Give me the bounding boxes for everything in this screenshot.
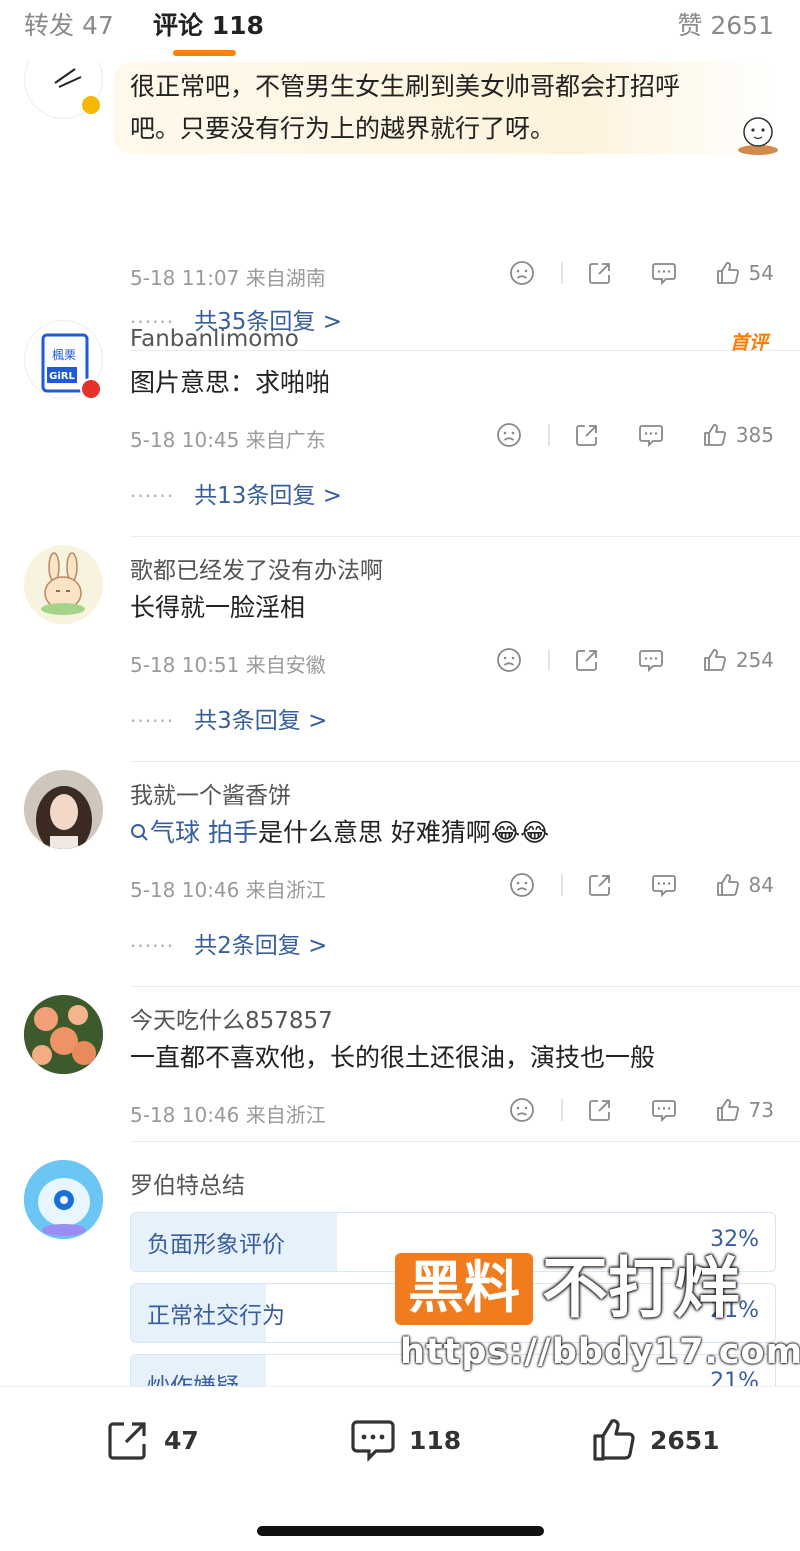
tab-forward[interactable]: 转发 47 [24,6,114,42]
like-icon[interactable] [715,872,741,898]
bubble-sticker-icon [738,117,778,155]
comment-item: 今天吃什么857857 一直都不喜欢他，长的很土还很油，演技也一般 5-18 1… [0,987,800,1152]
username[interactable]: 罗伯特总结 [130,1166,245,1200]
bottom-action-bar: 47 118 2651 [0,1386,800,1551]
username[interactable]: 今天吃什么857857 [130,1001,333,1035]
view-replies-link[interactable]: ······ 共3条回复 > [130,701,327,735]
comment-button[interactable]: 118 [349,1417,461,1463]
watermark-url: https://bbdy17.com [400,1332,800,1372]
comment-icon[interactable] [651,1097,677,1123]
active-tab-indicator [173,50,236,56]
forward-count: 47 [164,1425,199,1455]
share-icon[interactable] [574,647,600,673]
comment-text: 很正常吧，不管男生女生刷到美女帅哥都会打招呼 [130,72,681,101]
avatar[interactable] [24,545,103,624]
like-count: 385 [735,423,774,447]
comment-text: 图片意思：求啪啪 [130,368,331,397]
poll-option-label: 炒作嫌疑 [147,1367,239,1386]
view-replies-link[interactable]: ······ 共13条回复 > [130,476,342,510]
share-icon[interactable] [574,422,600,448]
like-count: 254 [735,648,774,672]
like-count: 54 [748,261,774,285]
share-icon[interactable] [587,260,613,286]
comment-meta: 5-18 10:46 来自浙江 [130,1103,326,1127]
comment-item: 很正常吧，不管男生女生刷到美女帅哥都会打招呼 吧。只要没有行为上的越界就行了呀。… [0,62,800,351]
username[interactable]: 歌都已经发了没有办法啊 [130,551,383,585]
tab-likes[interactable]: 赞 2651 [677,6,774,42]
comment-icon[interactable] [651,260,677,286]
like-count: 84 [748,873,774,897]
like-icon[interactable] [715,260,741,286]
comment-item: 楓栗 GiRL Fanbanlimomo 首评 图片意思：求啪啪 5-18 10… [0,312,800,537]
comment-actions: 84 [509,870,774,900]
comment-list: 很正常吧，不管男生女生刷到美女帅哥都会打招呼 吧。只要没有行为上的越界就行了呀。… [0,62,800,1386]
divider [547,649,550,671]
divider [547,424,550,446]
first-comment-badge: 首评 [729,332,768,354]
comment-text: 一直都不喜欢他，长的很土还很油，演技也一般 [130,1043,656,1072]
comment-actions: 54 [509,258,774,288]
comment-icon[interactable] [638,422,664,448]
avatar[interactable] [24,770,103,849]
svg-text:楓栗: 楓栗 [52,347,76,362]
like-count: 2651 [650,1425,720,1455]
comment-meta: 5-18 11:07 来自湖南 [130,266,326,290]
share-icon[interactable] [587,1097,613,1123]
comment-icon [351,1420,395,1462]
watermark-logo-text: 不打烊 [542,1250,740,1327]
poll-option-percent: 32% [710,1227,759,1252]
comment-item: 我就一个酱香饼 气球 拍手是什么意思 好难猜啊😂😂 5-18 10:46 来自浙… [0,762,800,987]
comment-icon[interactable] [651,872,677,898]
topic-link[interactable]: 拍手 [208,818,258,847]
like-button[interactable]: 2651 [590,1417,720,1463]
dislike-icon[interactable] [509,1097,535,1123]
verified-badge-icon [80,378,102,400]
like-icon[interactable] [715,1097,741,1123]
comment-text: 气球 拍手是什么意思 好难猜啊😂😂 [130,812,549,854]
comment-tabs: 转发 47 评论 118 赞 2651 [0,0,800,62]
verified-badge-icon [80,94,102,116]
search-icon [131,824,148,841]
view-replies-link[interactable]: ······ 共2条回复 > [130,926,327,960]
dislike-icon[interactable] [509,260,535,286]
comment-actions: 254 [496,645,774,675]
like-icon[interactable] [702,647,728,673]
dislike-icon[interactable] [496,422,522,448]
share-icon [108,1422,146,1460]
comment-item: 歌都已经发了没有办法啊 长得就一脸淫相 5-18 10:51 来自安徽 254 … [0,537,800,762]
site-watermark: 黑料 不打烊 https://bbdy17.com [395,1250,800,1380]
like-icon [593,1419,635,1461]
poll-option-label: 正常社交行为 [147,1303,285,1329]
comment-actions: 73 [509,1095,774,1125]
comment-meta: 5-18 10:46 来自浙江 [130,878,326,902]
comment-meta: 5-18 10:51 来自安徽 [130,653,326,677]
divider [560,1099,563,1121]
avatar[interactable] [24,995,103,1074]
comment-count: 118 [409,1425,462,1455]
comment-icon[interactable] [638,647,664,673]
comment-text: 长得就一脸淫相 [130,593,306,622]
laughing-emoji-icon: 😂😂 [490,818,550,847]
avatar[interactable] [24,1160,103,1239]
share-icon[interactable] [587,872,613,898]
comment-meta: 5-18 10:45 来自广东 [130,428,326,452]
divider [560,874,563,896]
divider [560,262,563,284]
watermark-logo-box: 黑料 [395,1253,533,1325]
comment-text: 吧。只要没有行为上的越界就行了呀。 [130,114,556,143]
svg-text:GiRL: GiRL [49,371,75,382]
username[interactable]: 我就一个酱香饼 [130,776,291,810]
like-count: 73 [748,1098,774,1122]
topic-link[interactable]: 气球 [130,818,208,847]
tab-comments[interactable]: 评论 118 [153,6,264,42]
like-icon[interactable] [702,422,728,448]
dislike-icon[interactable] [496,647,522,673]
username[interactable]: Fanbanlimomo [130,326,299,352]
forward-button[interactable]: 47 [104,1417,199,1463]
home-indicator [257,1526,544,1536]
poll-option-label: 负面形象评价 [147,1232,285,1258]
dislike-icon[interactable] [509,872,535,898]
comment-actions: 385 [496,420,774,450]
divider [130,1141,800,1142]
